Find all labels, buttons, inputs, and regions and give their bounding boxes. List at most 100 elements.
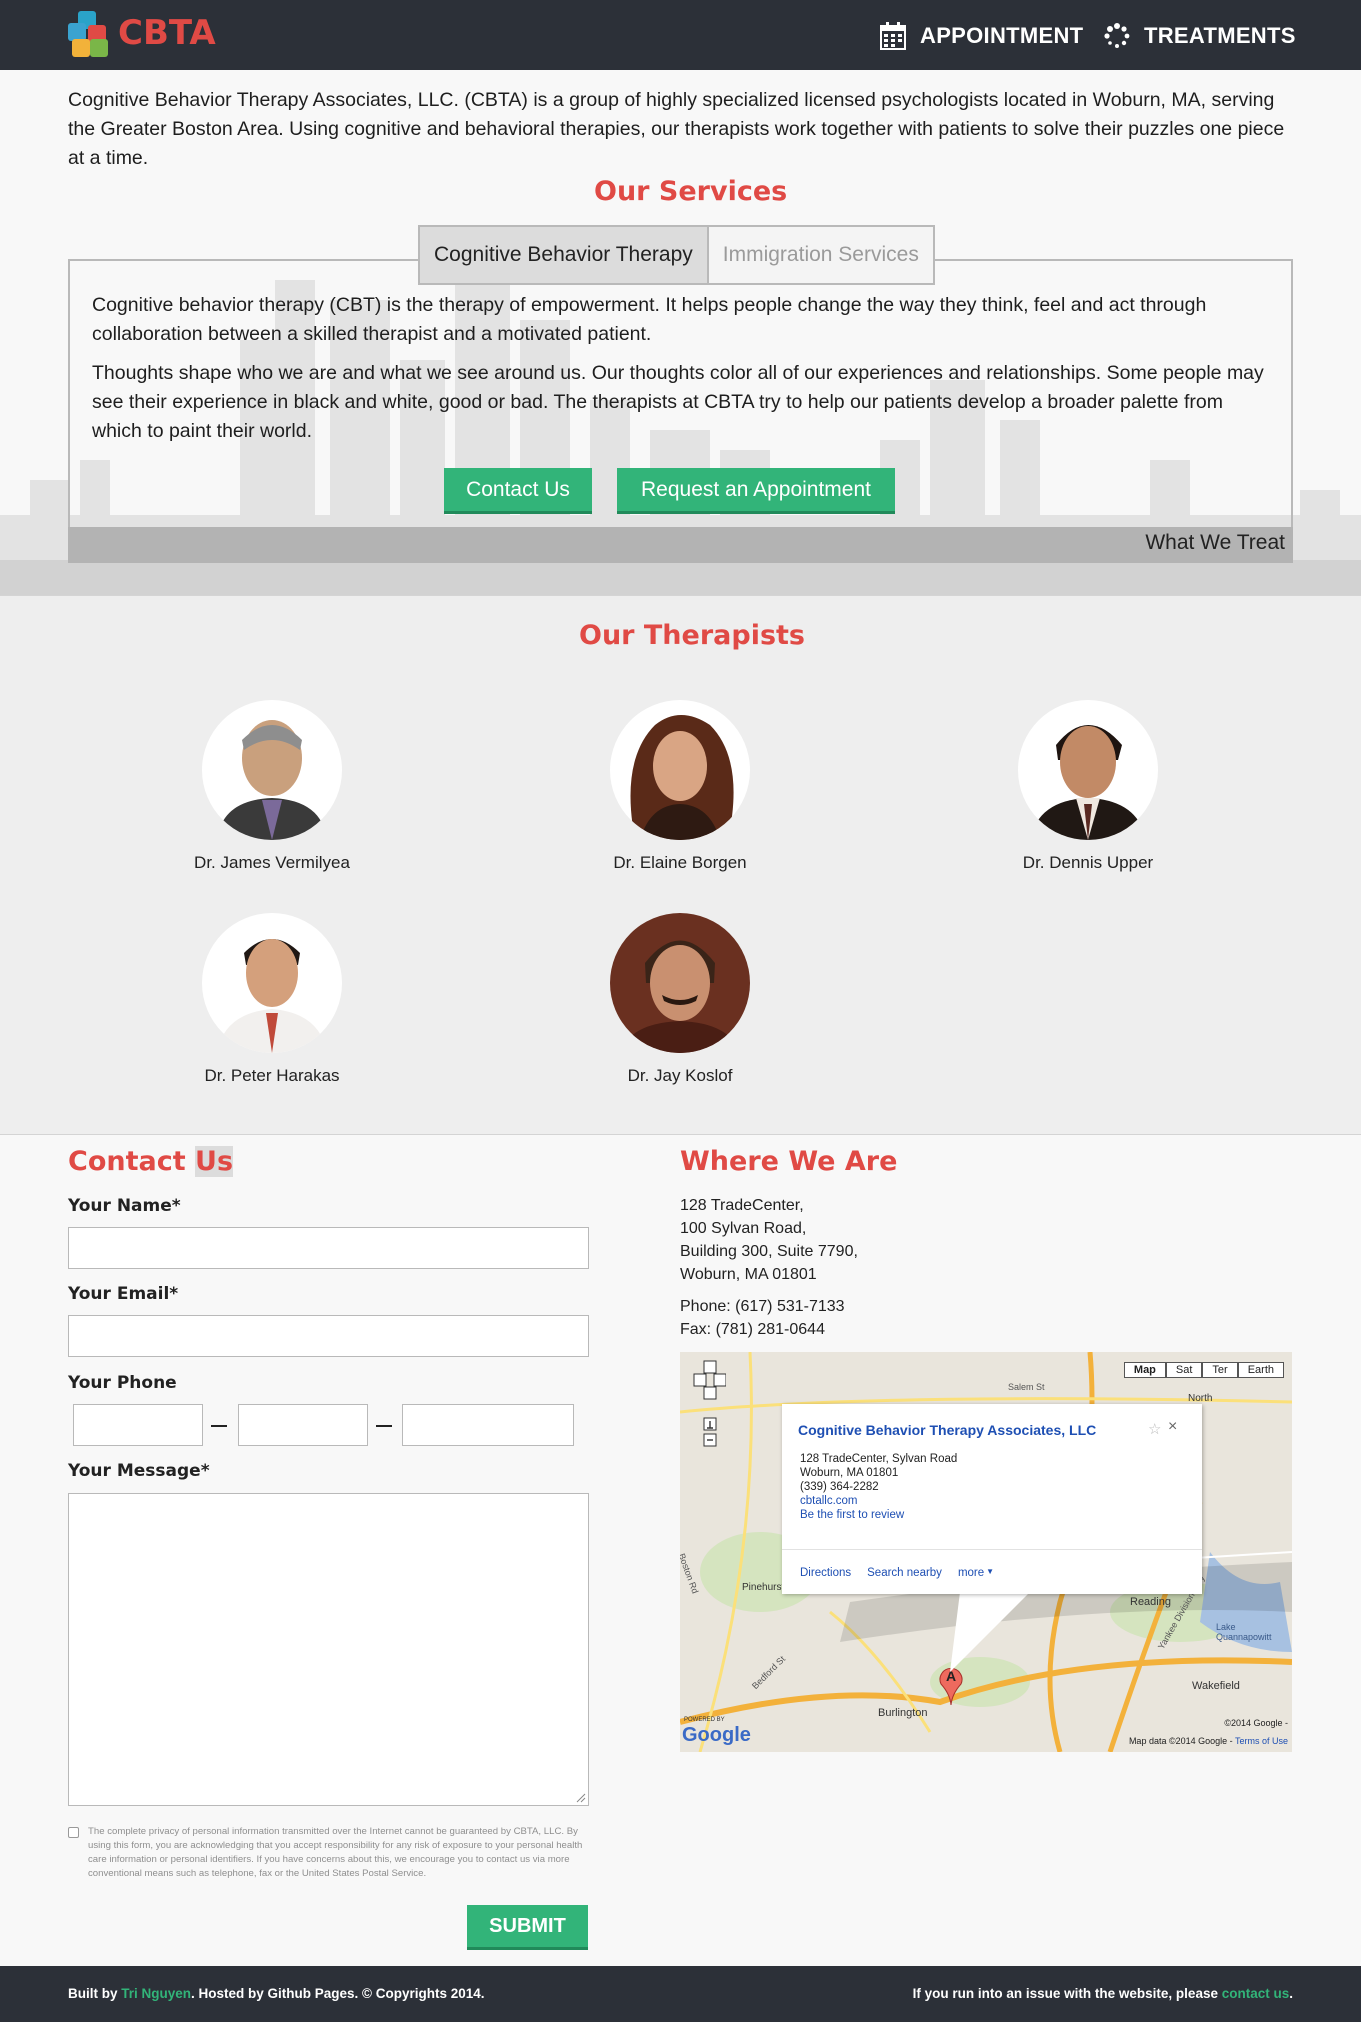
therapist-photo: [1018, 700, 1158, 840]
popup-line: 128 TradeCenter, Sylvan Road: [800, 1453, 958, 1465]
therapist-photo: [202, 700, 342, 840]
map-terms-link[interactable]: Terms of Use: [1235, 1736, 1288, 1746]
address-line: Building 300, Suite 7790,: [680, 1243, 858, 1260]
email-label: Your Email*: [68, 1284, 179, 1304]
contact-us-button[interactable]: Contact Us: [444, 468, 592, 514]
message-textarea[interactable]: [68, 1493, 589, 1806]
therapist-photo: [202, 913, 342, 1053]
map-place-label: North: [1188, 1393, 1213, 1404]
calendar-icon: [880, 22, 906, 50]
map-popup-tail: [950, 1592, 1030, 1672]
map-place-label: Lake Quannapowitt: [1216, 1622, 1272, 1642]
therapist-name: Dr. Dennis Upper: [1022, 853, 1154, 872]
address-line: Woburn, MA 01801: [680, 1266, 817, 1283]
map-type-sat[interactable]: Sat: [1165, 1362, 1203, 1378]
popup-search-nearby-link[interactable]: Search nearby: [867, 1567, 942, 1579]
address-block: 128 TradeCenter, 100 Sylvan Road, Buildi…: [680, 1194, 858, 1286]
footer-contact-link[interactable]: contact us: [1222, 1986, 1290, 2001]
footer-credits: Built by Tri Nguyen. Hosted by Github Pa…: [68, 1986, 485, 2001]
footer: Built by Tri Nguyen. Hosted by Github Pa…: [0, 1966, 1361, 2022]
therapist-card[interactable]: Dr. James Vermilyea: [162, 700, 382, 873]
therapist-name: Dr. Elaine Borgen: [613, 853, 747, 872]
contact-numbers: Phone: (617) 531-7133 Fax: (781) 281-064…: [680, 1295, 845, 1341]
puzzle-logo-icon: [68, 9, 110, 57]
footer-issue-text: If you run into an issue with the websit…: [912, 1986, 1222, 2001]
map-place-label: Wakefield: [1192, 1680, 1240, 1692]
request-appointment-button[interactable]: Request an Appointment: [617, 468, 895, 514]
therapist-card[interactable]: Dr. Jay Koslof: [570, 913, 790, 1086]
popup-more-link[interactable]: more: [958, 1567, 984, 1579]
map-place-label: Burlington: [878, 1707, 928, 1719]
nav-appointment-label: APPOINTMENT: [920, 23, 1084, 48]
resize-handle-icon[interactable]: [576, 1793, 586, 1803]
what-we-treat-label: What We Treat: [1145, 531, 1285, 554]
message-label: Your Message*: [68, 1461, 210, 1481]
contact-title-part1: Contact: [68, 1146, 196, 1177]
popup-title[interactable]: Cognitive Behavior Therapy Associates, L…: [798, 1422, 1096, 1438]
phone-area-code-input[interactable]: [73, 1404, 203, 1446]
google-logo[interactable]: Google: [682, 1724, 751, 1747]
address-line: 128 TradeCenter,: [680, 1197, 804, 1214]
fax-number: Fax: (781) 281-0644: [680, 1321, 825, 1338]
therapists-title: Our Therapists: [579, 620, 806, 651]
popup-divider: [782, 1549, 1202, 1550]
what-we-treat-bar[interactable]: What We Treat: [68, 527, 1293, 563]
map-type-map[interactable]: Map: [1123, 1362, 1166, 1378]
therapist-photo: [610, 700, 750, 840]
therapist-card[interactable]: Dr. Peter Harakas: [162, 913, 382, 1086]
spinner-icon: [1104, 23, 1130, 48]
privacy-checkbox[interactable]: [68, 1827, 79, 1838]
submit-button[interactable]: SUBMIT: [467, 1905, 588, 1950]
star-icon[interactable]: ☆: [1148, 1420, 1161, 1438]
name-input[interactable]: [68, 1227, 589, 1269]
brand-logo[interactable]: CBTA: [68, 8, 216, 58]
privacy-disclaimer: The complete privacy of personal informa…: [88, 1826, 583, 1879]
popup-actions: Directions Search nearby more ▼: [800, 1567, 994, 1579]
google-map[interactable]: Map Sat Ter Earth Burlington Reading Wak…: [680, 1352, 1292, 1752]
map-copyright: ©2014 Google -: [1224, 1718, 1288, 1728]
therapist-name: Dr. Peter Harakas: [204, 1066, 340, 1085]
phone-dash: [376, 1425, 392, 1427]
phone-label: Your Phone: [68, 1373, 177, 1393]
nav-appointment[interactable]: APPOINTMENT: [880, 18, 1083, 54]
tab-immigration-services[interactable]: Immigration Services: [708, 227, 933, 283]
tab-cognitive-behavior-therapy[interactable]: Cognitive Behavior Therapy: [420, 227, 709, 283]
map-road-label: Salem St: [1008, 1382, 1045, 1392]
address-line: 100 Sylvan Road,: [680, 1220, 807, 1237]
footer-author-link[interactable]: Tri Nguyen: [121, 1986, 191, 2001]
popup-line: Woburn, MA 01801: [800, 1467, 899, 1479]
therapist-card[interactable]: Dr. Elaine Borgen: [570, 700, 790, 873]
phone-line-input[interactable]: [402, 1404, 574, 1446]
map-place-label: Reading: [1130, 1596, 1171, 1608]
therapist-card[interactable]: Dr. Dennis Upper: [978, 700, 1198, 873]
popup-directions-link[interactable]: Directions: [800, 1567, 851, 1579]
dropdown-arrow-icon: ▼: [986, 1567, 995, 1576]
services-paragraph-2: Thoughts shape who we are and what we se…: [92, 362, 1264, 442]
phone-prefix-input[interactable]: [238, 1404, 368, 1446]
map-info-popup: Cognitive Behavior Therapy Associates, L…: [782, 1404, 1202, 1594]
popup-review-link[interactable]: Be the first to review: [800, 1508, 957, 1522]
map-type-control: Map Sat Ter Earth: [1123, 1362, 1284, 1378]
footer-period: .: [1289, 1986, 1293, 2001]
navbar: CBTA APPOINTMENT TREATMENTS: [0, 0, 1361, 70]
intro-text: Cognitive Behavior Therapy Associates, L…: [68, 89, 1285, 169]
map-attribution: Map data ©2014 Google - Terms of Use: [1129, 1736, 1288, 1746]
footer-hosted: . Hosted by Github Pages. © Copyrights 2…: [191, 1986, 485, 2001]
popup-line: (339) 364-2282: [800, 1481, 879, 1493]
popup-website-link[interactable]: cbtallc.com: [800, 1494, 957, 1508]
map-pan-zoom-control[interactable]: [692, 1360, 727, 1465]
map-type-ter[interactable]: Ter: [1202, 1362, 1238, 1378]
phone-dash: [211, 1425, 227, 1427]
powered-by-label: POWERED BY: [684, 1717, 725, 1723]
map-type-earth[interactable]: Earth: [1237, 1362, 1284, 1378]
close-icon[interactable]: ×: [1168, 1418, 1177, 1436]
email-input[interactable]: [68, 1315, 589, 1357]
therapist-name: Dr. Jay Koslof: [627, 1066, 733, 1085]
map-data-label: Map data ©2014 Google -: [1128, 1736, 1233, 1746]
popup-address: 128 TradeCenter, Sylvan Road Woburn, MA …: [800, 1452, 957, 1522]
footer-issue-note: If you run into an issue with the websit…: [913, 1986, 1293, 2001]
phone-number: Phone: (617) 531-7133: [680, 1298, 845, 1315]
footer-built-by: Built by: [68, 1986, 122, 2001]
nav-treatments[interactable]: TREATMENTS: [1104, 18, 1296, 54]
map-place-label: Pinehurst: [742, 1582, 785, 1593]
